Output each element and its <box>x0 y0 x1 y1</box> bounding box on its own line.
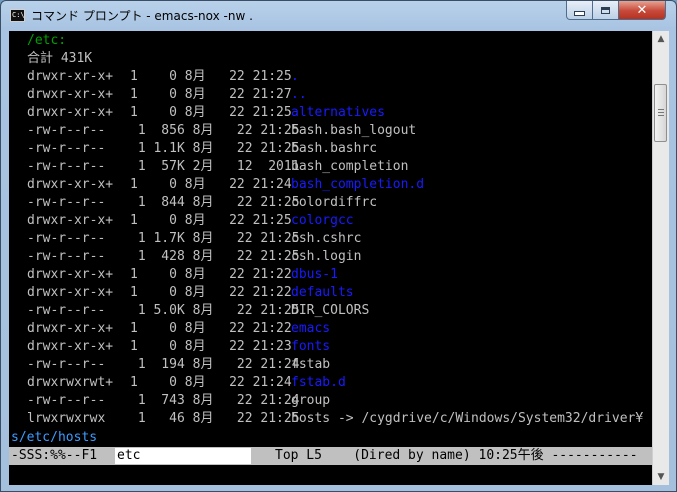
dired-entry-permissions: drwxr-xr-x+ <box>27 69 114 84</box>
dired-entry-details: 1 1.1K 8月 22 21:25 <box>130 141 300 156</box>
dired-entry-permissions: -rw-r--r-- <box>27 231 106 246</box>
dired-entry-details: 1 856 8月 22 21:25 <box>130 123 300 138</box>
dired-entry-permissions: -rw-r--r-- <box>27 393 106 408</box>
dired-entry-details: 1 0 8月 22 21:25 <box>130 105 292 120</box>
dired-entry-details: 1 428 8月 22 21:25 <box>130 249 300 264</box>
dired-entry-details: 1 5.0K 8月 22 21:25 <box>130 303 300 318</box>
dired-file-entry[interactable]: colordiffrc <box>291 194 377 212</box>
dired-directory-entry[interactable]: dbus-1 <box>291 266 338 284</box>
scrollbar-thumb[interactable] <box>654 84 667 142</box>
dired-file-entry[interactable]: DIR_COLORS <box>291 302 369 320</box>
dired-entry-details: 1 57K 2月 12 2011 <box>130 159 300 174</box>
dired-directory-entry[interactable]: alternatives <box>291 104 385 122</box>
dired-entry-details: 1 0 8月 22 21:27 <box>130 87 292 102</box>
dired-entry-permissions: lrwxrwxrwx <box>27 411 106 426</box>
dired-entry-details: 1 0 8月 22 21:22 <box>130 267 292 282</box>
dired-directory-entry[interactable]: fonts <box>291 338 330 356</box>
window-title: コマンド プロンプト - emacs-nox -nw . <box>31 9 253 23</box>
dired-directory-header: /etc: <box>27 33 67 48</box>
dired-symlink-entry[interactable]: hosts -> /cygdrive/c/Windows/System32/dr… <box>291 410 643 428</box>
dired-directory-entry[interactable]: defaults <box>291 284 354 302</box>
console-app-icon[interactable]: C:\ <box>10 9 25 22</box>
dired-entry-permissions: drwxr-xr-x+ <box>27 285 114 300</box>
dired-file-entry[interactable]: fstab <box>291 356 330 374</box>
dired-directory-entry[interactable]: .. <box>291 86 307 104</box>
dired-entry-details: 1 743 8月 22 21:24 <box>130 393 300 408</box>
dired-entry-permissions: drwxr-xr-x+ <box>27 267 114 282</box>
dired-entry-permissions: -rw-r--r-- <box>27 159 106 174</box>
dired-entry-permissions: drwxr-xr-x+ <box>27 321 114 336</box>
vertical-scrollbar[interactable]: ▲ ▼ <box>652 31 669 485</box>
title-bar[interactable]: C:\ コマンド プロンプト - emacs-nox -nw . ✕ <box>1 1 676 31</box>
scroll-up-arrow-icon[interactable]: ▲ <box>653 31 669 47</box>
terminal-area[interactable]: /etc: 合計 431K drwxr-xr-x+ 1 0 8月 22 21:25… <box>9 31 652 485</box>
close-icon: ✕ <box>636 2 648 18</box>
dired-total-size: 合計 431K <box>27 51 93 66</box>
dired-entry-permissions: drwxr-xr-x+ <box>27 105 114 120</box>
dired-entry-details: 1 0 8月 22 21:22 <box>130 285 292 300</box>
dired-entry-details: 1 0 8月 22 21:23 <box>130 339 292 354</box>
mode-line-buffer-name[interactable]: etc <box>117 447 140 465</box>
dired-entry-details: 1 0 8月 22 21:25 <box>130 213 292 228</box>
dired-file-entry[interactable]: csh.cshrc <box>291 230 361 248</box>
dired-entry-details: 1 844 8月 22 21:25 <box>130 195 300 210</box>
maximize-icon <box>601 6 610 14</box>
dired-entry-details: 1 0 8月 22 21:22 <box>130 321 292 336</box>
dired-entry-permissions: drwxr-xr-x+ <box>27 339 114 354</box>
console-window: C:\ コマンド プロンプト - emacs-nox -nw . ✕ /etc:… <box>0 0 677 492</box>
dired-entry-details: 1 0 8月 22 21:25 <box>130 69 292 84</box>
dired-entry-details: 1 46 8月 22 21:25 <box>130 411 300 426</box>
minimize-icon <box>574 10 585 16</box>
dired-entry-details: 1 194 8月 22 21:24 <box>130 357 300 372</box>
mode-line: -SSS:%%--F1 etc Top L5 (Dired by name) 1… <box>9 447 652 465</box>
dired-entry-details: 1 1.7K 8月 22 21:25 <box>130 231 300 246</box>
dired-directory-entry[interactable]: fstab.d <box>291 374 346 392</box>
dired-file-entry[interactable]: bash.bash_logout <box>291 122 416 140</box>
scroll-down-arrow-icon[interactable]: ▼ <box>653 469 669 485</box>
close-button[interactable]: ✕ <box>618 1 666 20</box>
maximize-button[interactable] <box>592 1 619 20</box>
dired-entry-permissions: -rw-r--r-- <box>27 195 106 210</box>
dired-entry-details: 1 0 8月 22 21:24 <box>130 375 292 390</box>
dired-entry-permissions: drwxr-xr-x+ <box>27 87 114 102</box>
dired-entry-permissions: -rw-r--r-- <box>27 249 106 264</box>
minibuffer[interactable]: s/etc/hosts <box>11 429 97 447</box>
dired-file-entry[interactable]: bash_completion <box>291 158 408 176</box>
dired-entry-permissions: drwxr-xr-x+ <box>27 213 114 228</box>
dired-directory-entry[interactable]: . <box>291 68 299 86</box>
dired-file-entry[interactable]: bash.bashrc <box>291 140 377 158</box>
dired-entry-permissions: drwxr-xr-x+ <box>27 177 114 192</box>
dired-entry-permissions: drwxrwxrwt+ <box>27 375 114 390</box>
mode-line-status: -SSS:%%--F1 <box>11 448 98 463</box>
dired-directory-entry[interactable]: bash_completion.d <box>291 176 424 194</box>
dired-directory-entry[interactable]: colorgcc <box>291 212 354 230</box>
minimize-button[interactable] <box>566 1 593 20</box>
dired-entry-details: 1 0 8月 22 21:24 <box>130 177 292 192</box>
dired-entry-permissions: -rw-r--r-- <box>27 141 106 156</box>
dired-file-entry[interactable]: group <box>291 392 330 410</box>
dired-file-entry[interactable]: csh.login <box>291 248 361 266</box>
dired-entry-permissions: -rw-r--r-- <box>27 357 106 372</box>
dired-entry-permissions: -rw-r--r-- <box>27 123 106 138</box>
dired-entry-permissions: -rw-r--r-- <box>27 303 106 318</box>
dired-directory-entry[interactable]: emacs <box>291 320 330 338</box>
mode-line-info: Top L5 (Dired by name) 10:25午後 ---------… <box>275 448 638 463</box>
